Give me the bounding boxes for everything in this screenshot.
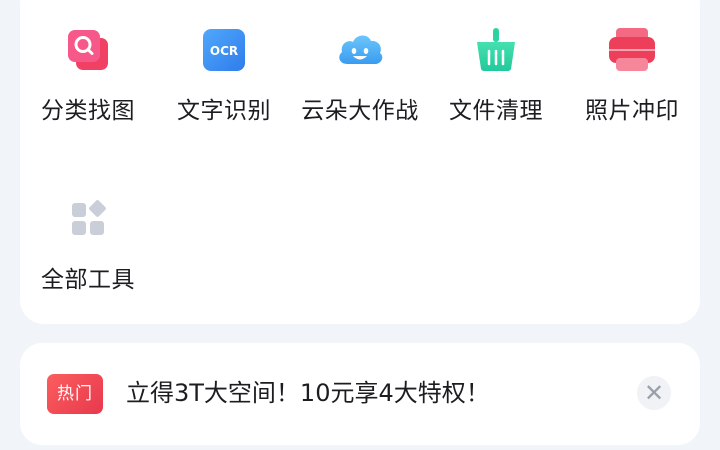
- tool-label: 照片冲印: [585, 98, 679, 124]
- tool-label: 文字识别: [177, 98, 271, 124]
- tools-card: 分类找图 OCR 文字识别 云朵大作战 文件清理 照片冲印 全部工具: [20, 0, 700, 324]
- tool-classify-photos[interactable]: 分类找图: [20, 24, 156, 134]
- tool-photo-print[interactable]: 照片冲印: [564, 24, 700, 134]
- tool-label: 文件清理: [449, 98, 543, 124]
- tool-label: 分类找图: [41, 98, 135, 124]
- all-tools-grid-icon: [62, 193, 114, 245]
- tool-all-tools[interactable]: 全部工具: [20, 193, 156, 303]
- ocr-icon: OCR: [198, 24, 250, 76]
- cleanup-basket-icon: [470, 24, 522, 76]
- tool-label: 云朵大作战: [301, 98, 419, 124]
- photo-print-icon: [606, 24, 658, 76]
- close-icon[interactable]: ✕: [637, 376, 671, 410]
- tool-file-cleanup[interactable]: 文件清理: [428, 24, 564, 134]
- ocr-icon-text: OCR: [210, 44, 238, 58]
- photo-search-icon: [62, 24, 114, 76]
- cloud-smile-icon: [334, 24, 386, 76]
- promo-text[interactable]: 立得3T大空间！10元享4大特权！: [126, 376, 490, 410]
- promo-banner[interactable]: 热门 立得3T大空间！10元享4大特权！ ✕: [20, 343, 700, 445]
- hot-badge: 热门: [47, 374, 103, 414]
- tool-ocr[interactable]: OCR 文字识别: [156, 24, 292, 134]
- tool-cloud-game[interactable]: 云朵大作战: [292, 24, 428, 134]
- tool-label: 全部工具: [41, 267, 135, 293]
